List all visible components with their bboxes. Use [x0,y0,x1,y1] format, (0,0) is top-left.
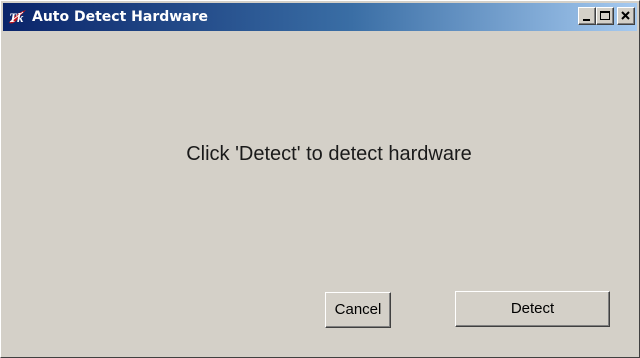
minimize-button[interactable] [578,7,596,25]
dialog-window: Tk Auto Detect Hardware Click 'Detect' t… [0,0,640,358]
maximize-button[interactable] [596,7,614,25]
minimize-icon [583,19,590,21]
cancel-button[interactable]: Cancel [325,292,391,328]
detect-button[interactable]: Detect [455,291,610,327]
tk-feather-icon: Tk [7,8,29,26]
title-bar[interactable]: Tk Auto Detect Hardware [3,3,637,31]
close-button[interactable] [617,7,635,25]
svg-text:Tk: Tk [9,10,24,25]
window-title: Auto Detect Hardware [32,9,209,25]
instruction-message: Click 'Detect' to detect hardware [186,143,472,165]
close-icon [621,11,630,20]
maximize-icon [600,11,610,20]
